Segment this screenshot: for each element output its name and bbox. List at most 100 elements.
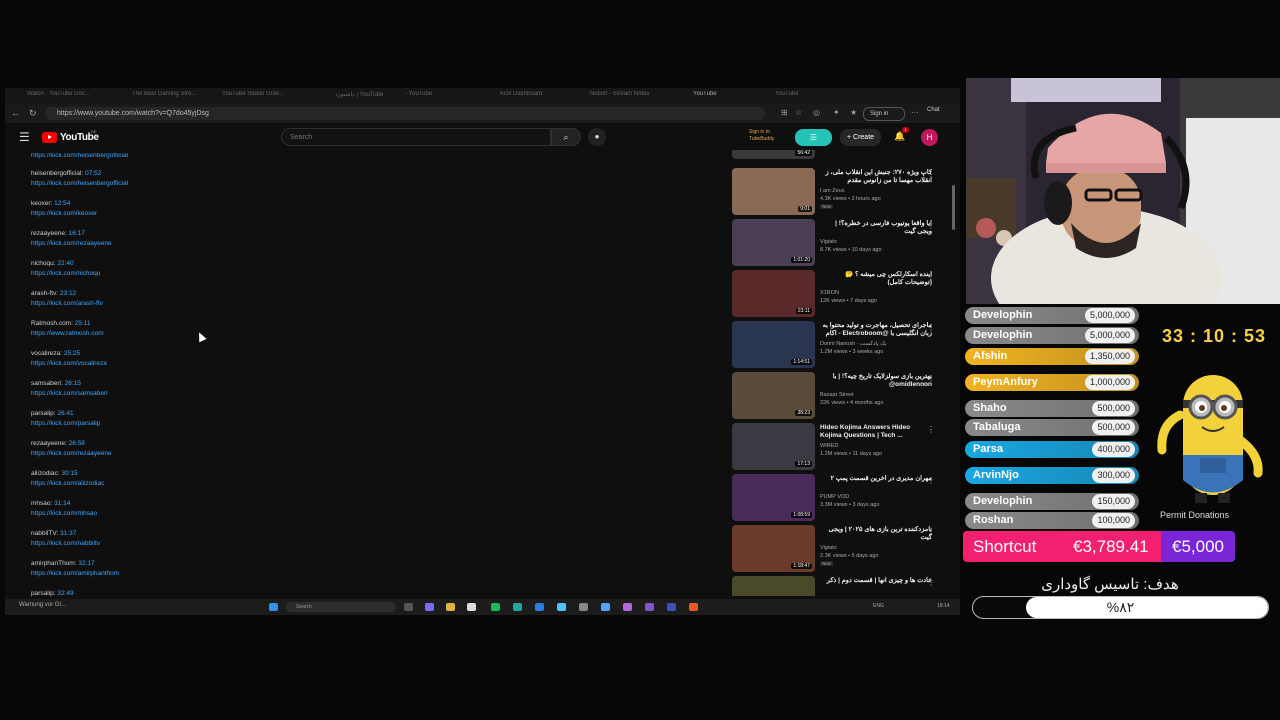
channel-link[interactable]: https://www.ratmosh.com bbox=[31, 329, 104, 339]
extension-icon[interactable]: ◎ bbox=[813, 108, 820, 117]
browser-tab[interactable]: Watch · YouTube Doc... bbox=[27, 91, 107, 102]
video-thumbnail[interactable]: 17:13 bbox=[732, 423, 815, 470]
related-video[interactable]: 1:01:20 آیا واقعاً یوتیوب فارسی در خطره؟!… bbox=[732, 219, 952, 267]
youtube-logo-icon[interactable] bbox=[42, 132, 57, 143]
chrome-icon[interactable] bbox=[689, 603, 698, 611]
more-options-icon[interactable]: ⋮ bbox=[927, 527, 935, 536]
channel-link[interactable]: https://kick.com/arash-ftv bbox=[31, 299, 103, 309]
collections-icon[interactable]: ★ bbox=[850, 108, 857, 117]
timestamp-link[interactable]: 12:54 bbox=[54, 200, 70, 207]
related-video[interactable]: عادت ها و چیزی آنها | قسمت دوم | ذکر ⋮ bbox=[732, 576, 952, 596]
language-indicator[interactable]: ENG bbox=[873, 603, 884, 609]
video-thumbnail[interactable]: 56:42 bbox=[732, 150, 815, 159]
video-thumbnail[interactable]: 1:18:47 bbox=[732, 525, 815, 572]
related-video[interactable]: 17:13 Hideo Kojima Answers Hideo Kojima Q… bbox=[732, 423, 952, 471]
browser-tab[interactable]: YouTube Studio Grav... bbox=[222, 91, 292, 102]
video-title[interactable]: عادت ها و چیزی آنها | قسمت دوم | ذکر bbox=[820, 577, 932, 585]
more-options-icon[interactable]: ⋮ bbox=[927, 578, 935, 587]
video-title[interactable]: آینده اسکارلکس چی میشه ؟ 🤔 (توضیحات کامل… bbox=[820, 271, 932, 287]
more-options-icon[interactable]: ⋮ bbox=[927, 323, 935, 332]
timestamp-link[interactable]: 22:40 bbox=[57, 260, 73, 267]
channel-link[interactable]: https://kick.com/heisenbergofficial bbox=[31, 179, 128, 189]
timestamp-link[interactable]: 07:52 bbox=[85, 170, 101, 177]
tubebuddy-signin-link[interactable]: Sign in to TubeBuddy bbox=[749, 129, 795, 143]
url-field[interactable]: https://www.youtube.com/watch?v=Q7do45yj… bbox=[45, 107, 765, 120]
channel-name[interactable]: Dorim Nanosh · یک پادکست bbox=[820, 341, 887, 347]
app-icon[interactable] bbox=[535, 603, 544, 611]
browser-tab[interactable]: - YouTube bbox=[405, 91, 455, 102]
channel-link[interactable]: https://kick.com/nabbiltv bbox=[31, 539, 100, 549]
browser-tab[interactable]: داشبورد | YouTube bbox=[335, 91, 395, 102]
timestamp-link[interactable]: 26:15 bbox=[65, 380, 81, 387]
video-thumbnail[interactable]: 9:01 bbox=[732, 168, 815, 215]
puzzle-icon[interactable]: ✦ bbox=[833, 108, 840, 117]
channel-link[interactable]: https://kick.com/mhsao bbox=[31, 509, 97, 519]
timestamp-link[interactable]: 16:17 bbox=[69, 230, 85, 237]
favorite-icon[interactable]: ☆ bbox=[795, 108, 802, 117]
timestamp-link[interactable]: 32:17 bbox=[78, 560, 94, 567]
channel-name[interactable]: Vigiato bbox=[820, 545, 837, 551]
channel-link[interactable]: https://kick.com/amirphanthom bbox=[31, 569, 119, 579]
timestamp-link[interactable]: 25:11 bbox=[75, 320, 91, 327]
video-thumbnail[interactable]: 1:14:51 bbox=[732, 321, 815, 368]
task-view-icon[interactable] bbox=[404, 603, 413, 611]
video-thumbnail[interactable] bbox=[732, 576, 815, 596]
microphone-icon[interactable]: ● bbox=[588, 128, 606, 146]
more-options-icon[interactable]: ⋮ bbox=[927, 425, 935, 434]
channel-name[interactable]: Bazaar Street bbox=[820, 392, 854, 398]
channel-link[interactable]: https://kick.com/samsaberi bbox=[31, 389, 108, 399]
related-video[interactable]: 1:14:51 ماجرای تحصیل، مهاجرت و تولید محتو… bbox=[732, 321, 952, 369]
app-icon[interactable] bbox=[513, 603, 522, 611]
channel-name[interactable]: X1RON bbox=[820, 290, 839, 296]
teams-icon[interactable] bbox=[425, 603, 434, 611]
channel-link[interactable]: https://kick.com/rezaayeene bbox=[31, 449, 112, 459]
related-video[interactable]: 1:08:59 مهران مدیری در آخرین قسمت پمپ ۲ PU… bbox=[732, 474, 952, 522]
browser-tab[interactable]: Notion - Stream Notes bbox=[590, 91, 660, 102]
folder-icon[interactable] bbox=[446, 603, 455, 611]
channel-link[interactable]: https://kick.com/nichoqu bbox=[31, 269, 100, 279]
timestamp-link[interactable]: 25:25 bbox=[64, 350, 80, 357]
more-options-icon[interactable]: ⋮ bbox=[927, 221, 935, 230]
related-video[interactable]: 23:11 آینده اسکارلکس چی میشه ؟ 🤔 (توضیحات… bbox=[732, 270, 952, 318]
timestamp-link[interactable]: 30:15 bbox=[61, 470, 77, 477]
more-options-icon[interactable]: ⋮ bbox=[927, 170, 935, 179]
channel-name[interactable]: WIRED bbox=[820, 443, 838, 449]
app-icon[interactable] bbox=[667, 603, 676, 611]
back-icon[interactable]: ← bbox=[11, 108, 20, 118]
related-video[interactable]: 9:01 کاپ ویژه ۲۷۰: جنبش این انقلاب ملی، ز… bbox=[732, 168, 952, 216]
browser-tab[interactable]: YouTube bbox=[775, 91, 825, 102]
more-options-icon[interactable]: ⋮ bbox=[927, 374, 935, 383]
video-title[interactable]: کاپ ویژه ۲۷۰: جنبش این انقلاب ملی، ز انق… bbox=[820, 169, 932, 185]
video-title[interactable]: Hideo Kojima Answers Hideo Kojima Questi… bbox=[820, 424, 932, 440]
app-icon[interactable] bbox=[623, 603, 632, 611]
channel-link[interactable]: https://kick.com/keoxer bbox=[31, 209, 97, 219]
search-icon[interactable]: ⌕ bbox=[551, 128, 581, 146]
video-title[interactable]: مهران مدیری در آخرین قسمت پمپ ۲ bbox=[820, 475, 932, 483]
description-link[interactable]: https://kick.com/heisenbergofficial bbox=[31, 153, 128, 161]
vscode-icon[interactable] bbox=[601, 603, 610, 611]
timestamp-link[interactable]: 26:58 bbox=[69, 440, 85, 447]
channel-name[interactable]: Vigiato bbox=[820, 239, 837, 245]
app-icon[interactable] bbox=[557, 603, 566, 611]
timestamp-link[interactable]: 31:37 bbox=[60, 530, 76, 537]
sign-in-button[interactable]: Sign in bbox=[863, 107, 906, 121]
edge-icon[interactable] bbox=[491, 603, 500, 611]
video-thumbnail[interactable]: 1:01:20 bbox=[732, 219, 815, 266]
menu-icon[interactable]: ☰ bbox=[19, 130, 30, 144]
related-video[interactable]: 1:18:47 نامزدکننده ترین بازی های ۲۰۲۵ | و… bbox=[732, 525, 952, 573]
related-video[interactable]: 38:23 بهترین بازی سولزلایک تاریخ چیه؟! | … bbox=[732, 372, 952, 420]
search-input[interactable]: Search bbox=[281, 128, 551, 146]
video-title[interactable]: آیا واقعاً یوتیوب فارسی در خطره؟! | ویجی… bbox=[820, 220, 932, 236]
app-icon[interactable] bbox=[645, 603, 654, 611]
channel-link[interactable]: https://kick.com/aliizodiac bbox=[31, 479, 104, 489]
reload-icon[interactable]: ↻ bbox=[29, 108, 37, 119]
video-title[interactable]: بهترین بازی سولزلایک تاریخ چیه؟! | با om… bbox=[820, 373, 932, 389]
store-icon[interactable] bbox=[467, 603, 476, 611]
related-video[interactable]: 56:42 bbox=[732, 150, 952, 160]
browser-tab[interactable]: The Best Gaming Stre... bbox=[132, 91, 202, 102]
browser-tab-active[interactable]: YouTube bbox=[693, 91, 748, 102]
timestamp-link[interactable]: 23:12 bbox=[60, 290, 76, 297]
browser-tab[interactable]: Kick Dashboard bbox=[500, 91, 570, 102]
video-thumbnail[interactable]: 38:23 bbox=[732, 372, 815, 419]
more-options-icon[interactable]: ⋮ bbox=[927, 272, 935, 281]
